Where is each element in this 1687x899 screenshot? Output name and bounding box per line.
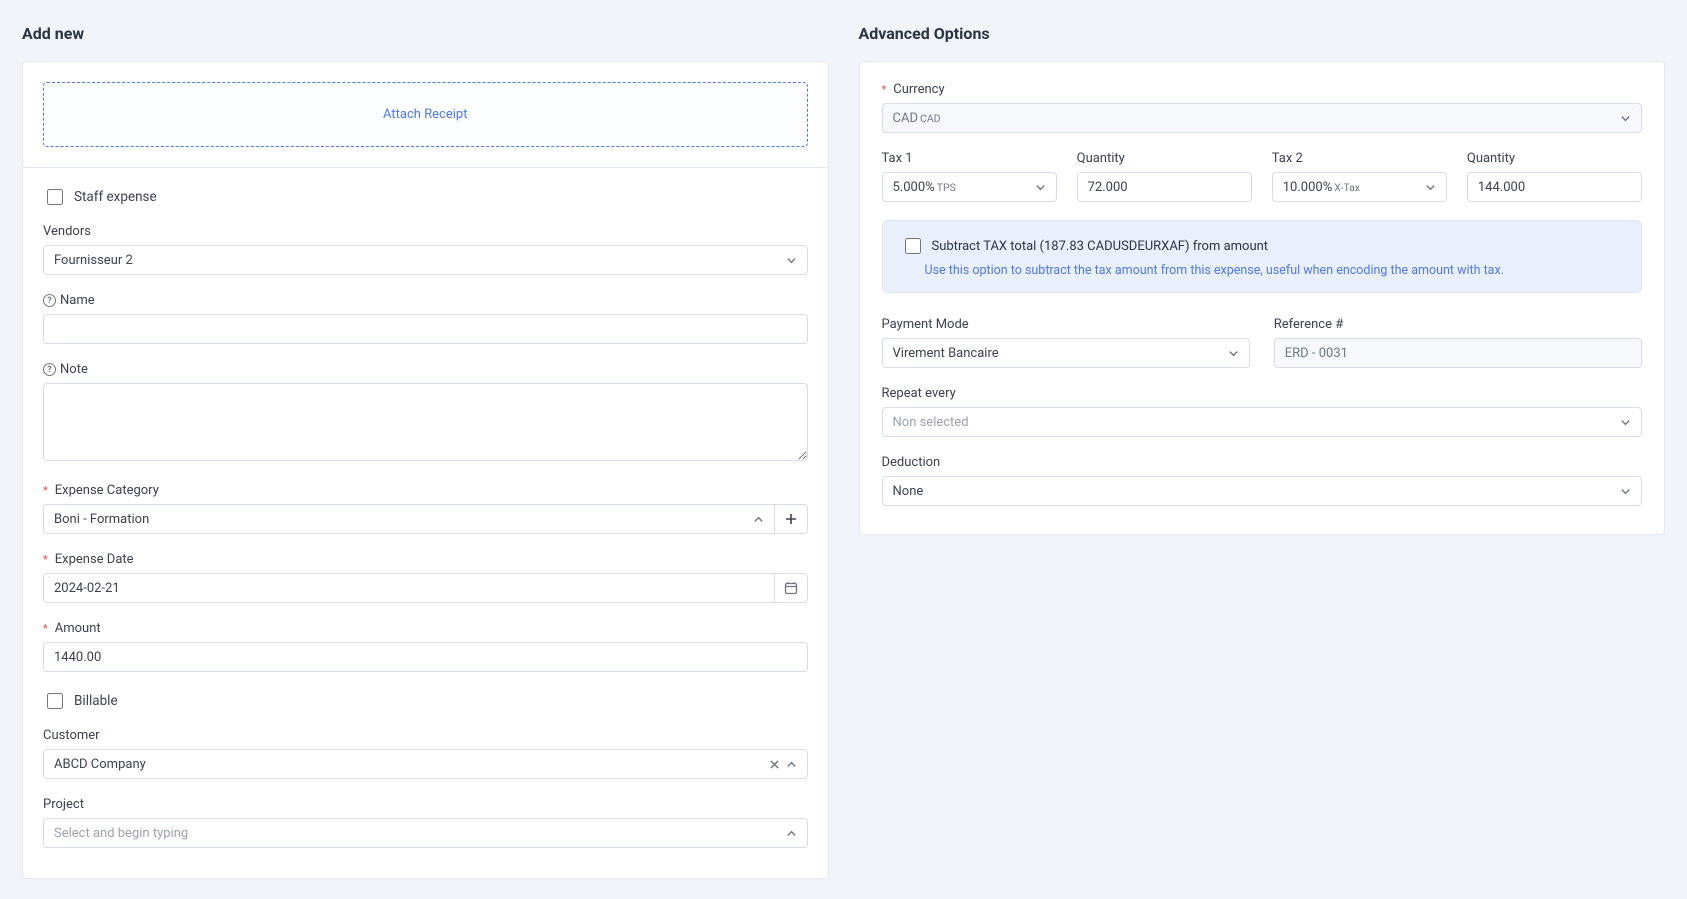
subtract-tax-checkbox[interactable] <box>905 238 921 254</box>
qty1-label: Quantity <box>1077 151 1252 166</box>
tax2-select[interactable]: 10.000%X-Tax <box>1272 172 1447 202</box>
add-category-button[interactable] <box>774 504 808 534</box>
date-picker-button[interactable] <box>774 573 808 603</box>
chevron-up-icon <box>753 514 764 525</box>
staff-expense-label: Staff expense <box>74 189 157 205</box>
subtract-tax-desc: Use this option to subtract the tax amou… <box>925 263 1624 278</box>
deduction-label: Deduction <box>882 455 1643 470</box>
name-label: ? Name <box>43 293 808 308</box>
date-input[interactable] <box>43 573 774 603</box>
vendors-label: Vendors <box>43 224 808 239</box>
note-textarea[interactable] <box>43 383 808 461</box>
attach-receipt-dropzone[interactable]: Attach Receipt <box>43 82 808 147</box>
reference-input <box>1274 338 1642 368</box>
calendar-icon <box>784 581 798 595</box>
currency-value: CAD <box>893 111 918 126</box>
subtract-tax-box: Subtract TAX total (187.83 CADUSDEURXAF)… <box>882 220 1643 293</box>
date-label: Expense Date <box>43 552 808 567</box>
currency-label: Currency <box>882 82 1643 97</box>
staff-expense-checkbox[interactable] <box>47 189 63 205</box>
billable-label: Billable <box>74 693 118 709</box>
qty2-input[interactable] <box>1467 172 1642 202</box>
project-label: Project <box>43 797 808 812</box>
page-title-advanced: Advanced Options <box>859 24 1666 43</box>
chevron-down-icon <box>1620 417 1631 428</box>
amount-input[interactable] <box>43 642 808 672</box>
category-select[interactable]: Boni - Formation <box>43 504 774 534</box>
category-label: Expense Category <box>43 483 808 498</box>
chevron-down-icon <box>1620 113 1631 124</box>
tax2-label: Tax 2 <box>1272 151 1447 166</box>
repeat-label: Repeat every <box>882 386 1643 401</box>
payment-mode-label: Payment Mode <box>882 317 1250 332</box>
repeat-select[interactable]: Non selected <box>882 407 1643 437</box>
repeat-placeholder: Non selected <box>893 415 969 430</box>
chevron-down-icon <box>1620 486 1631 497</box>
customer-label: Customer <box>43 728 808 743</box>
advanced-card: Currency CADCAD Tax 1 5.000%TPS Quantity… <box>859 61 1666 535</box>
tax1-value: 5.000% <box>893 180 935 195</box>
chevron-up-icon <box>786 828 797 839</box>
note-label: ? Note <box>43 362 808 377</box>
tax1-sub: TPS <box>937 181 956 194</box>
help-icon: ? <box>43 294 56 307</box>
chevron-down-icon <box>786 255 797 266</box>
tax2-sub: X-Tax <box>1334 181 1360 194</box>
vendors-select[interactable]: Fournisseur 2 <box>43 245 808 275</box>
add-new-card: Attach Receipt Staff expense Vendors Fou… <box>22 61 829 879</box>
qty2-label: Quantity <box>1467 151 1642 166</box>
payment-mode-value: Virement Bancaire <box>893 346 999 361</box>
vendors-value: Fournisseur 2 <box>54 253 133 268</box>
tax1-select[interactable]: 5.000%TPS <box>882 172 1057 202</box>
chevron-down-icon <box>1228 348 1239 359</box>
tax2-value: 10.000% <box>1283 180 1332 195</box>
category-value: Boni - Formation <box>54 512 149 527</box>
deduction-select[interactable]: None <box>882 476 1643 506</box>
subtract-tax-label: Subtract TAX total (187.83 CADUSDEURXAF)… <box>932 239 1269 254</box>
chevron-up-icon <box>786 759 797 770</box>
customer-select[interactable]: ABCD Company <box>43 749 808 779</box>
plus-icon <box>785 513 797 525</box>
help-icon: ? <box>43 363 56 376</box>
attach-receipt-label: Attach Receipt <box>383 107 467 122</box>
tax1-label: Tax 1 <box>882 151 1057 166</box>
page-title-add-new: Add new <box>22 24 829 43</box>
deduction-value: None <box>893 484 924 499</box>
amount-label: Amount <box>43 621 808 636</box>
chevron-down-icon <box>1425 182 1436 193</box>
project-select[interactable]: Select and begin typing <box>43 818 808 848</box>
payment-mode-select[interactable]: Virement Bancaire <box>882 338 1250 368</box>
customer-value: ABCD Company <box>54 757 146 772</box>
chevron-down-icon <box>1035 182 1046 193</box>
name-input[interactable] <box>43 314 808 344</box>
currency-select: CADCAD <box>882 103 1643 133</box>
reference-label: Reference # <box>1274 317 1642 332</box>
qty1-input[interactable] <box>1077 172 1252 202</box>
close-icon[interactable] <box>769 759 780 770</box>
billable-checkbox[interactable] <box>47 693 63 709</box>
project-placeholder: Select and begin typing <box>54 826 188 841</box>
currency-sub: CAD <box>920 112 941 125</box>
